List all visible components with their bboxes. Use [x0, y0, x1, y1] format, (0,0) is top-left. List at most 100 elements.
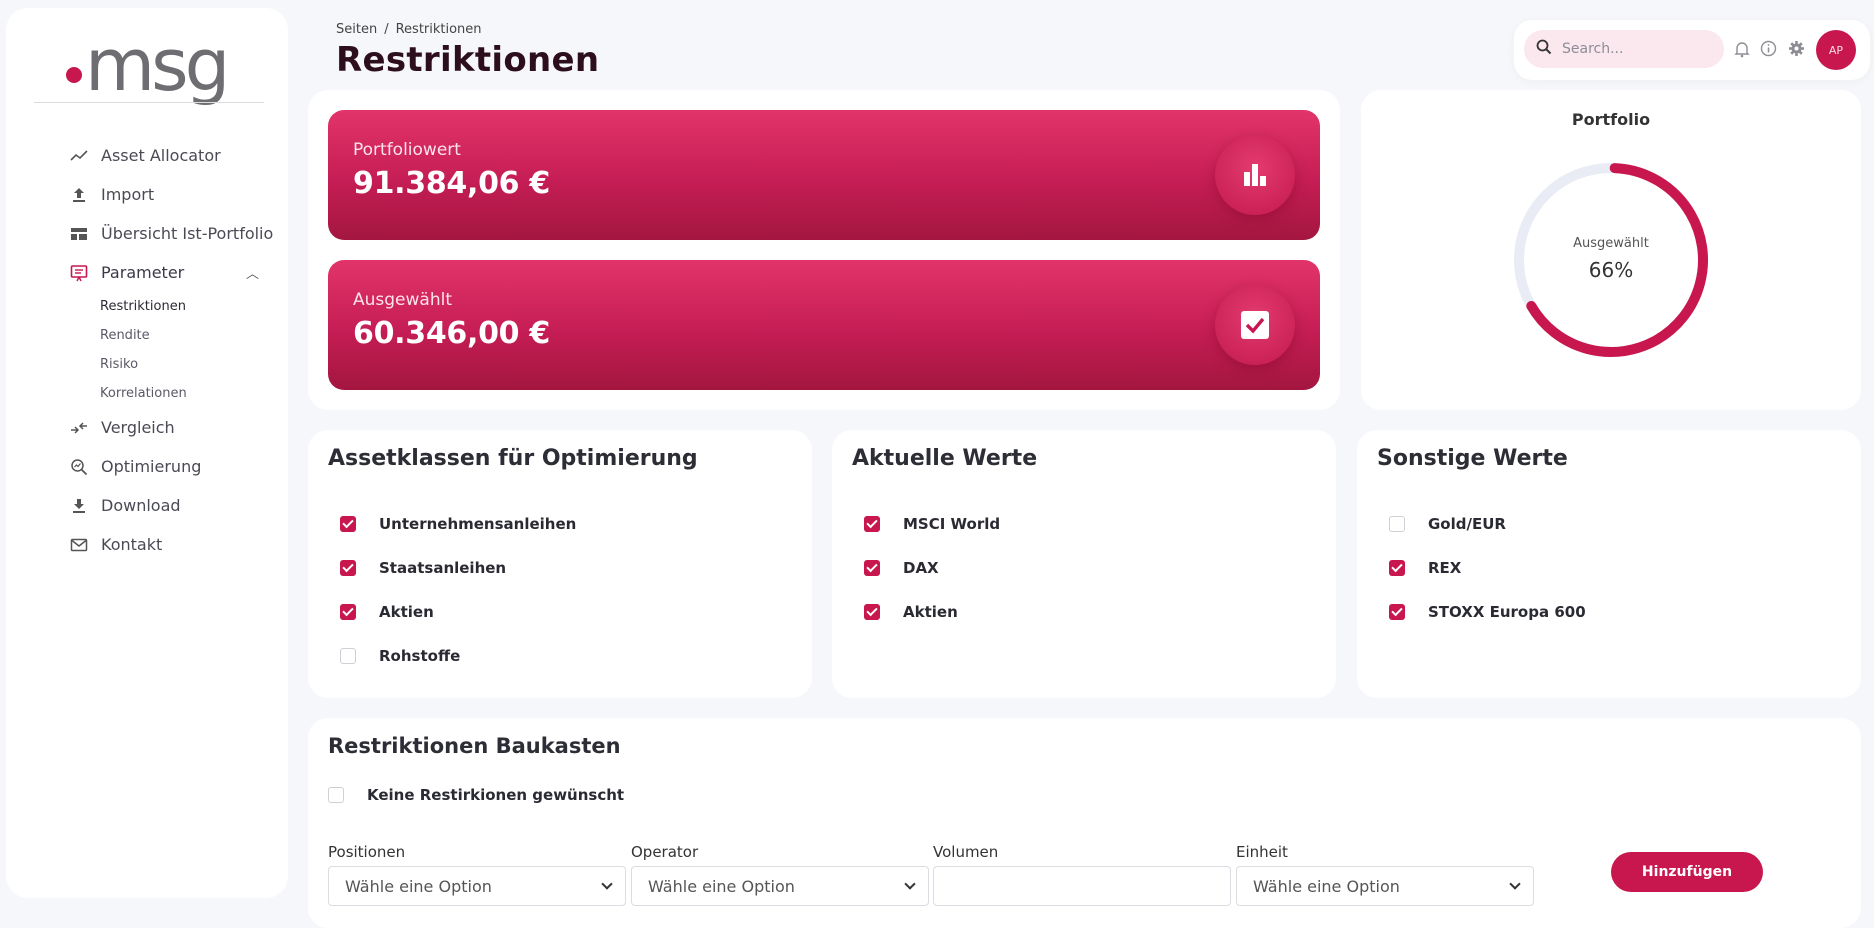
positionen-label: Positionen: [328, 843, 406, 861]
breadcrumb-root[interactable]: Seiten: [336, 22, 377, 37]
subnav-item-rendite[interactable]: Rendite: [100, 321, 285, 350]
checkbox[interactable]: [864, 516, 880, 532]
sidebar-item-asset-allocator[interactable]: Asset Allocator: [70, 136, 285, 175]
kpi-portfoliowert: Portfoliowert 91.384,06 €: [328, 110, 1320, 240]
chevron-up-icon[interactable]: ︿: [246, 263, 259, 282]
kpi-value: 60.346,00 €: [353, 316, 550, 351]
checkbox-row[interactable]: DAX: [864, 546, 1000, 590]
search-icon: [1536, 39, 1552, 59]
compare-arrows-icon: [70, 419, 88, 437]
search-input[interactable]: [1562, 41, 1712, 57]
add-button[interactable]: Hinzufügen: [1611, 852, 1763, 892]
sidebar-item-label: Vergleich: [101, 418, 175, 437]
page-title: Restriktionen: [336, 40, 600, 80]
chevron-down-icon: [601, 878, 613, 890]
checkbox-row[interactable]: Gold/EUR: [1389, 502, 1586, 546]
checkbox-row[interactable]: MSCI World: [864, 502, 1000, 546]
checkbox[interactable]: [340, 516, 356, 532]
card-title: Assetklassen für Optimierung: [328, 446, 698, 471]
operator-label: Operator: [631, 843, 699, 861]
sidebar-item-label: Kontakt: [101, 535, 163, 554]
kpi-value: 91.384,06 €: [353, 166, 550, 201]
bar-chart-icon: [1215, 135, 1295, 215]
operator-select[interactable]: Wähle eine Option: [631, 866, 929, 906]
checkbox-label: STOXX Europa 600: [1428, 603, 1586, 621]
no-restrictions-row[interactable]: Keine Restirkionen gewünscht: [328, 780, 624, 810]
checkbox-label: MSCI World: [903, 515, 1001, 533]
card-title: Restriktionen Baukasten: [328, 734, 621, 758]
checkbox-row[interactable]: Aktien: [864, 590, 1000, 634]
bell-icon[interactable]: [1734, 40, 1752, 58]
sidebar-item-download[interactable]: Download: [70, 486, 285, 525]
no-restrictions-label: Keine Restirkionen gewünscht: [367, 786, 625, 804]
checkbox[interactable]: [340, 560, 356, 576]
checkbox-label: Unternehmensanleihen: [379, 515, 577, 533]
info-icon[interactable]: [1760, 40, 1778, 58]
checkbox-label: Aktien: [379, 603, 434, 621]
sidebar-item-parameter[interactable]: Parameter ︿: [70, 253, 285, 292]
donut-title: Portfolio: [1571, 110, 1651, 129]
checkbox-icon: [1215, 285, 1295, 365]
kpi-label: Portfoliowert: [353, 140, 461, 160]
sidebar-nav: Asset Allocator Import Übersicht Ist-Por…: [70, 136, 285, 564]
subnav-item-risiko[interactable]: Risiko: [100, 350, 285, 379]
divider: [34, 102, 264, 103]
checkbox[interactable]: [1389, 560, 1405, 576]
breadcrumb-separator: /: [384, 22, 389, 37]
logo-dot: [66, 67, 82, 83]
checkbox-row[interactable]: STOXX Europa 600: [1389, 590, 1586, 634]
checkbox-label: Rohstoffe: [379, 647, 461, 665]
checkbox[interactable]: [864, 560, 880, 576]
checkbox[interactable]: [1389, 604, 1405, 620]
subnav-item-korrelationen[interactable]: Korrelationen: [100, 379, 285, 408]
no-restrictions-checkbox[interactable]: [328, 787, 344, 803]
checkbox-label: Gold/EUR: [1428, 515, 1506, 533]
checkbox-row[interactable]: Aktien: [340, 590, 576, 634]
checkbox-row[interactable]: REX: [1389, 546, 1586, 590]
checkbox[interactable]: [340, 648, 356, 664]
checkbox-label: Aktien: [903, 603, 958, 621]
sidebar-item-label: Download: [101, 496, 181, 515]
sidebar-item-import[interactable]: Import: [70, 175, 285, 214]
volumen-input[interactable]: [933, 866, 1231, 906]
checkbox[interactable]: [1389, 516, 1405, 532]
sidebar-item-kontakt[interactable]: Kontakt: [70, 525, 285, 564]
select-value: Wähle eine Option: [345, 876, 492, 896]
positionen-select[interactable]: Wähle eine Option: [328, 866, 626, 906]
breadcrumb: Seiten / Restriktionen: [336, 22, 482, 37]
checkbox[interactable]: [340, 604, 356, 620]
mail-icon: [70, 536, 88, 554]
portfolio-donut-panel: Portfolio Ausgewählt 66%: [1361, 90, 1861, 410]
checkbox-row[interactable]: Rohstoffe: [340, 634, 576, 678]
gear-icon[interactable]: [1788, 40, 1806, 58]
dashboard-icon: [70, 225, 88, 243]
checkbox-label: Staatsanleihen: [379, 559, 507, 577]
select-value: Wähle eine Option: [648, 876, 795, 896]
msg-logo[interactable]: msg: [66, 23, 230, 107]
donut-label: Ausgewählt: [1573, 236, 1649, 251]
logo-text: msg: [85, 23, 230, 107]
einheit-select[interactable]: Wähle eine Option: [1236, 866, 1534, 906]
volumen-label: Volumen: [933, 843, 999, 861]
sidebar-item-uebersicht[interactable]: Übersicht Ist-Portfolio: [70, 214, 285, 253]
sidebar-item-label: Übersicht Ist-Portfolio: [101, 224, 274, 243]
restriktionen-baukasten-panel: Restriktionen Baukasten Keine Restirkion…: [308, 718, 1861, 928]
donut-value: 66%: [1588, 258, 1634, 282]
subnav-item-restriktionen[interactable]: Restriktionen: [100, 292, 285, 321]
avatar[interactable]: AP: [1816, 30, 1856, 70]
select-value: Wähle eine Option: [1253, 876, 1400, 896]
checkbox-list: Unternehmensanleihen Staatsanleihen Akti…: [340, 502, 576, 678]
sidebar-item-vergleich[interactable]: Vergleich: [70, 408, 285, 447]
checkbox-row[interactable]: Unternehmensanleihen: [340, 502, 576, 546]
kpi-panel: Portfoliowert 91.384,06 € Ausgewählt 60.…: [308, 90, 1340, 410]
checkbox[interactable]: [864, 604, 880, 620]
einheit-label: Einheit: [1236, 843, 1288, 861]
sidebar-item-optimierung[interactable]: Optimierung: [70, 447, 285, 486]
kpi-ausgewaehlt: Ausgewählt 60.346,00 €: [328, 260, 1320, 390]
sidebar-item-label: Optimierung: [101, 457, 202, 476]
chevron-down-icon: [904, 878, 916, 890]
checkbox-row[interactable]: Staatsanleihen: [340, 546, 576, 590]
search-analytics-icon: [70, 458, 88, 476]
search-box[interactable]: [1524, 30, 1724, 68]
sidebar-item-label: Asset Allocator: [101, 146, 221, 165]
